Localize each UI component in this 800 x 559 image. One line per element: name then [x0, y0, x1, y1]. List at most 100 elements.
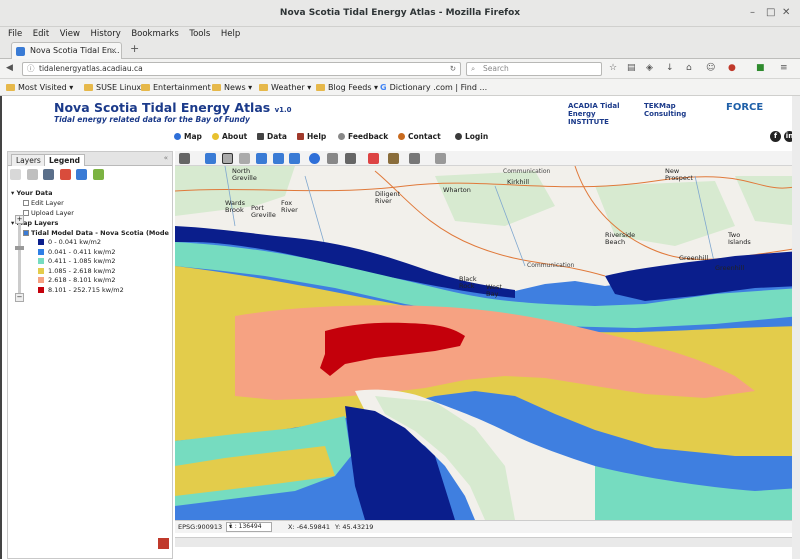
- bookmark-news[interactable]: News ▾: [212, 81, 252, 94]
- tab-layers[interactable]: Layers: [11, 154, 46, 166]
- window-title: Nova Scotia Tidal Energy Atlas - Mozilla…: [279, 8, 521, 18]
- menu-bookmarks[interactable]: Bookmarks: [131, 27, 179, 41]
- force-logo[interactable]: FORCE: [726, 102, 763, 113]
- nav-login[interactable]: Login: [455, 132, 488, 141]
- place-label: Two Islands: [728, 231, 751, 246]
- site-subtitle: Tidal energy related data for the Bay of…: [54, 115, 250, 124]
- home-icon[interactable]: ⌂: [686, 63, 692, 73]
- legend-item: 0.411 - 1.085 kw/m2: [11, 257, 171, 267]
- tab-legend[interactable]: Legend: [44, 154, 86, 166]
- next-extent-icon[interactable]: [289, 153, 300, 164]
- minimize-icon[interactable]: –: [750, 7, 755, 18]
- grid-icon[interactable]: [43, 169, 55, 180]
- map-canvas: [175, 166, 800, 520]
- tree-your-data[interactable]: ▾ Your Data: [11, 188, 171, 198]
- database-icon: [257, 133, 264, 140]
- menu-history[interactable]: History: [91, 27, 121, 41]
- menu-help[interactable]: Help: [221, 27, 240, 41]
- zoom-out-button[interactable]: −: [15, 293, 24, 302]
- reading-list-icon[interactable]: ▤: [627, 63, 636, 73]
- chat-icon[interactable]: ☺: [706, 63, 715, 73]
- search-layer-icon[interactable]: [26, 169, 38, 180]
- menu-tools[interactable]: Tools: [189, 27, 210, 41]
- zoom-slider-handle[interactable]: [15, 246, 24, 250]
- collapse-icon[interactable]: «: [164, 154, 168, 162]
- crosshair-icon[interactable]: [368, 153, 379, 164]
- nav-contact[interactable]: Contact: [398, 132, 441, 141]
- tools-icon[interactable]: [409, 153, 420, 164]
- tekmap-logo[interactable]: TEKMap Consulting: [644, 102, 714, 118]
- checkbox[interactable]: [23, 230, 29, 236]
- extension-icon[interactable]: ■: [756, 63, 765, 73]
- layer-info-icon[interactable]: [76, 169, 88, 180]
- tab-close-icon[interactable]: ×: [110, 43, 117, 59]
- zoom-out-box-icon[interactable]: [239, 153, 250, 164]
- tree-tidal-layer[interactable]: Tidal Model Data - Nova Scotia (ModelMea…: [11, 228, 169, 238]
- bookmark-weather[interactable]: Weather ▾: [259, 81, 311, 94]
- place-label: Greenhill: [679, 254, 709, 262]
- print-icon[interactable]: [435, 153, 446, 164]
- nav-data[interactable]: Data: [257, 132, 287, 141]
- downloads-icon[interactable]: ↓: [666, 63, 674, 73]
- page-scrollbar[interactable]: [792, 96, 800, 559]
- bookmark-suse-linux[interactable]: SUSE Linux ▾: [84, 81, 148, 94]
- layers-menu-icon[interactable]: [179, 153, 190, 164]
- maximize-icon[interactable]: □: [766, 7, 775, 18]
- map-toolbar: [175, 151, 800, 166]
- legend-item: 8.101 - 252.715 kw/m2: [11, 286, 171, 296]
- folder-icon: [259, 84, 268, 91]
- menu-view[interactable]: View: [60, 27, 80, 41]
- favicon-icon: [16, 47, 25, 56]
- menu-edit[interactable]: Edit: [33, 27, 49, 41]
- browser-tab[interactable]: Nova Scotia Tidal En... ×: [11, 42, 122, 59]
- close-icon[interactable]: ✕: [782, 7, 790, 18]
- map-view[interactable]: North Greville Wards Brook Port Greville Fo…: [175, 166, 800, 520]
- add-layer-icon[interactable]: [10, 169, 21, 180]
- adblock-icon[interactable]: ●: [728, 63, 736, 73]
- bookmark-star-icon[interactable]: ☆: [609, 63, 617, 73]
- bookmark-most-visited[interactable]: Most Visited ▾: [6, 81, 73, 94]
- facebook-icon[interactable]: f: [770, 131, 781, 142]
- back-icon[interactable]: ◀: [6, 63, 13, 73]
- acadia-logo[interactable]: ACADIA Tidal Energy INSTITUTE: [568, 102, 630, 126]
- url-bar[interactable]: ⓘ tidalenergyatlas.acadiau.ca ↻: [22, 62, 461, 76]
- draw-icon[interactable]: [388, 153, 399, 164]
- bookmark-blog-feeds[interactable]: Blog Feeds ▾: [316, 81, 378, 94]
- star-icon: [212, 133, 219, 140]
- bookmark-entertainment[interactable]: Entertainment ▾: [141, 81, 217, 94]
- menu-file[interactable]: File: [8, 27, 22, 41]
- previous-extent-icon[interactable]: [273, 153, 284, 164]
- zoom-in-box-icon[interactable]: [222, 153, 233, 164]
- search-input[interactable]: ⌕ Search: [466, 62, 602, 76]
- style-icon[interactable]: [59, 169, 71, 180]
- tree-map-layers[interactable]: ▾ Map Layers: [11, 218, 171, 228]
- tree-upload-layer[interactable]: Upload Layer: [11, 208, 171, 218]
- nav-about[interactable]: About: [212, 132, 247, 141]
- info-icon: ⓘ: [27, 64, 35, 73]
- nav-help[interactable]: Help: [297, 132, 326, 141]
- settings-icon[interactable]: [158, 538, 169, 549]
- google-icon: G: [380, 83, 387, 92]
- checkbox[interactable]: [23, 200, 29, 206]
- reload-icon[interactable]: ↻: [450, 63, 456, 75]
- identify-icon[interactable]: [309, 153, 320, 164]
- nav-map[interactable]: Map: [174, 132, 202, 141]
- full-extent-icon[interactable]: [256, 153, 267, 164]
- measure-icon[interactable]: [327, 153, 338, 164]
- pan-icon[interactable]: [205, 153, 216, 164]
- zoom-in-button[interactable]: +: [15, 215, 24, 224]
- legend-item: 2.618 - 8.101 kw/m2: [11, 276, 171, 286]
- pocket-icon[interactable]: ◈: [646, 63, 653, 73]
- zoom-slider-track[interactable]: [18, 224, 21, 296]
- menu-icon[interactable]: ≡: [780, 63, 788, 73]
- tree-edit-layer[interactable]: Edit Layer: [11, 198, 171, 208]
- scale-select[interactable]: 1 : 136494 ▾: [226, 522, 272, 532]
- place-label: Black Rock: [459, 275, 477, 290]
- folder-icon: [141, 84, 150, 91]
- tab-label: Nova Scotia Tidal En...: [30, 46, 120, 55]
- nav-feedback[interactable]: Feedback: [338, 132, 388, 141]
- bookmark-dictionary[interactable]: G Dictionary .com | Find ...: [380, 81, 487, 94]
- download-icon[interactable]: [92, 169, 104, 180]
- new-tab-icon[interactable]: +: [130, 42, 139, 55]
- table-icon[interactable]: [345, 153, 356, 164]
